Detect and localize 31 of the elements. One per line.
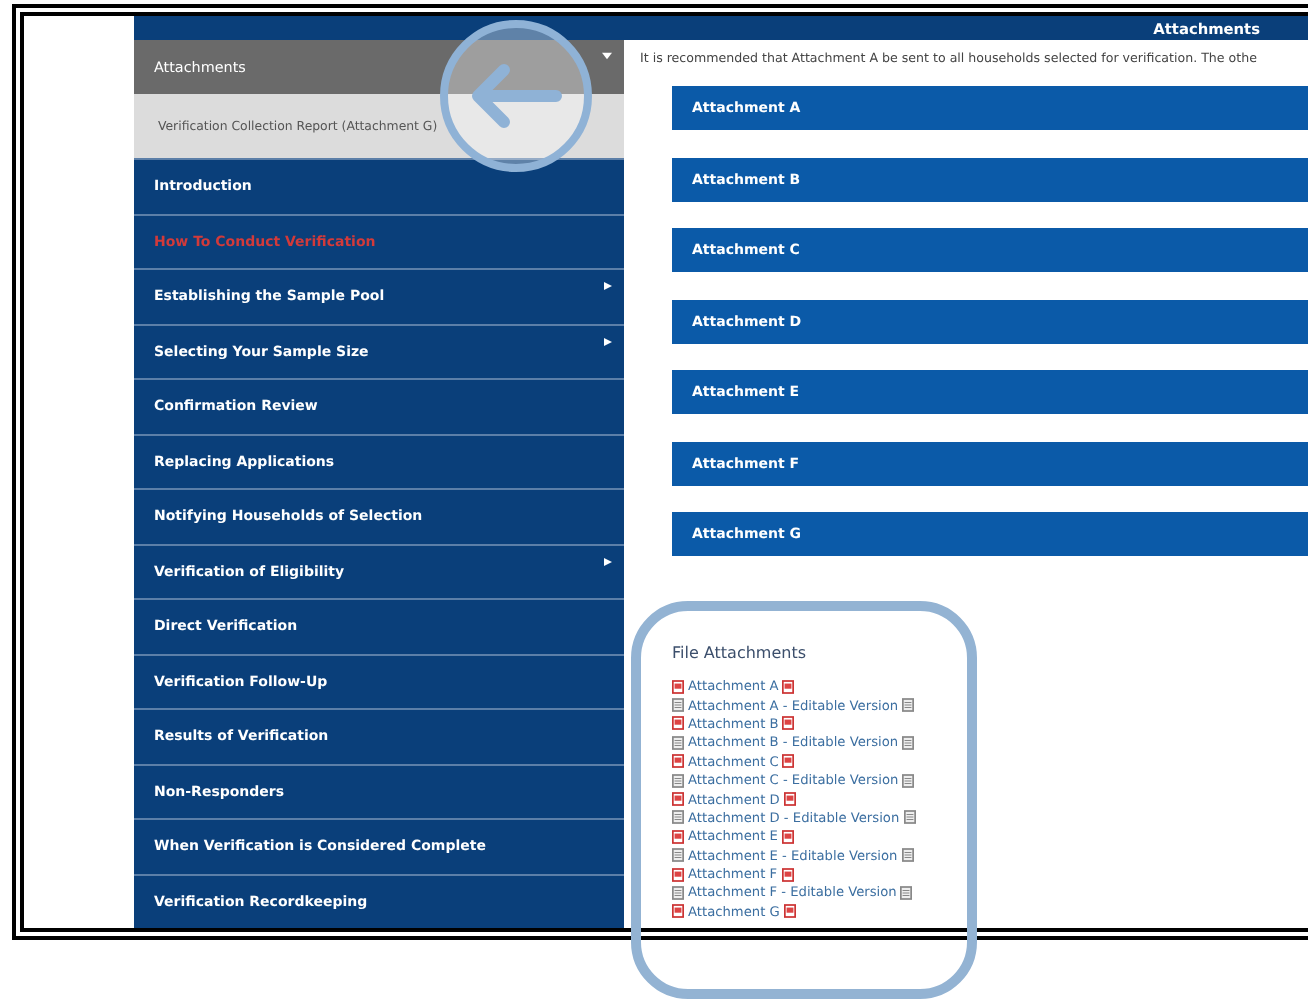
pdf-file-icon xyxy=(672,716,684,731)
pdf-file-icon xyxy=(782,716,795,731)
pdf-file-icon xyxy=(782,679,795,694)
pdf-file-icon xyxy=(783,904,796,919)
document-file-icon xyxy=(672,885,684,900)
pdf-file-icon xyxy=(672,792,684,807)
document-file-icon xyxy=(672,698,684,713)
pdf-file-icon xyxy=(781,829,794,844)
document-file-icon xyxy=(903,810,916,825)
submenu-arrow-icon xyxy=(604,282,612,290)
document-file-icon xyxy=(672,773,684,788)
caret-down-icon xyxy=(602,51,612,60)
document-file-icon xyxy=(901,848,914,863)
pdf-file-icon xyxy=(781,867,794,882)
pdf-file-icon xyxy=(672,904,684,919)
pdf-file-icon xyxy=(782,754,795,769)
pdf-file-icon xyxy=(672,679,684,694)
pdf-file-icon xyxy=(672,829,684,844)
pdf-file-icon xyxy=(672,754,684,769)
document-file-icon xyxy=(672,848,684,863)
submenu-arrow-icon xyxy=(604,557,612,565)
pdf-file-icon xyxy=(783,792,796,807)
pdf-file-icon xyxy=(672,867,684,882)
document-file-icon xyxy=(902,735,915,750)
document-file-icon xyxy=(672,810,684,825)
document-file-icon xyxy=(902,698,915,713)
document-file-icon xyxy=(900,885,913,900)
file-attachments-heading: File Attachments xyxy=(672,643,808,661)
document-file-icon xyxy=(902,773,915,788)
document-file-icon xyxy=(672,735,684,750)
submenu-arrow-icon xyxy=(604,337,612,345)
